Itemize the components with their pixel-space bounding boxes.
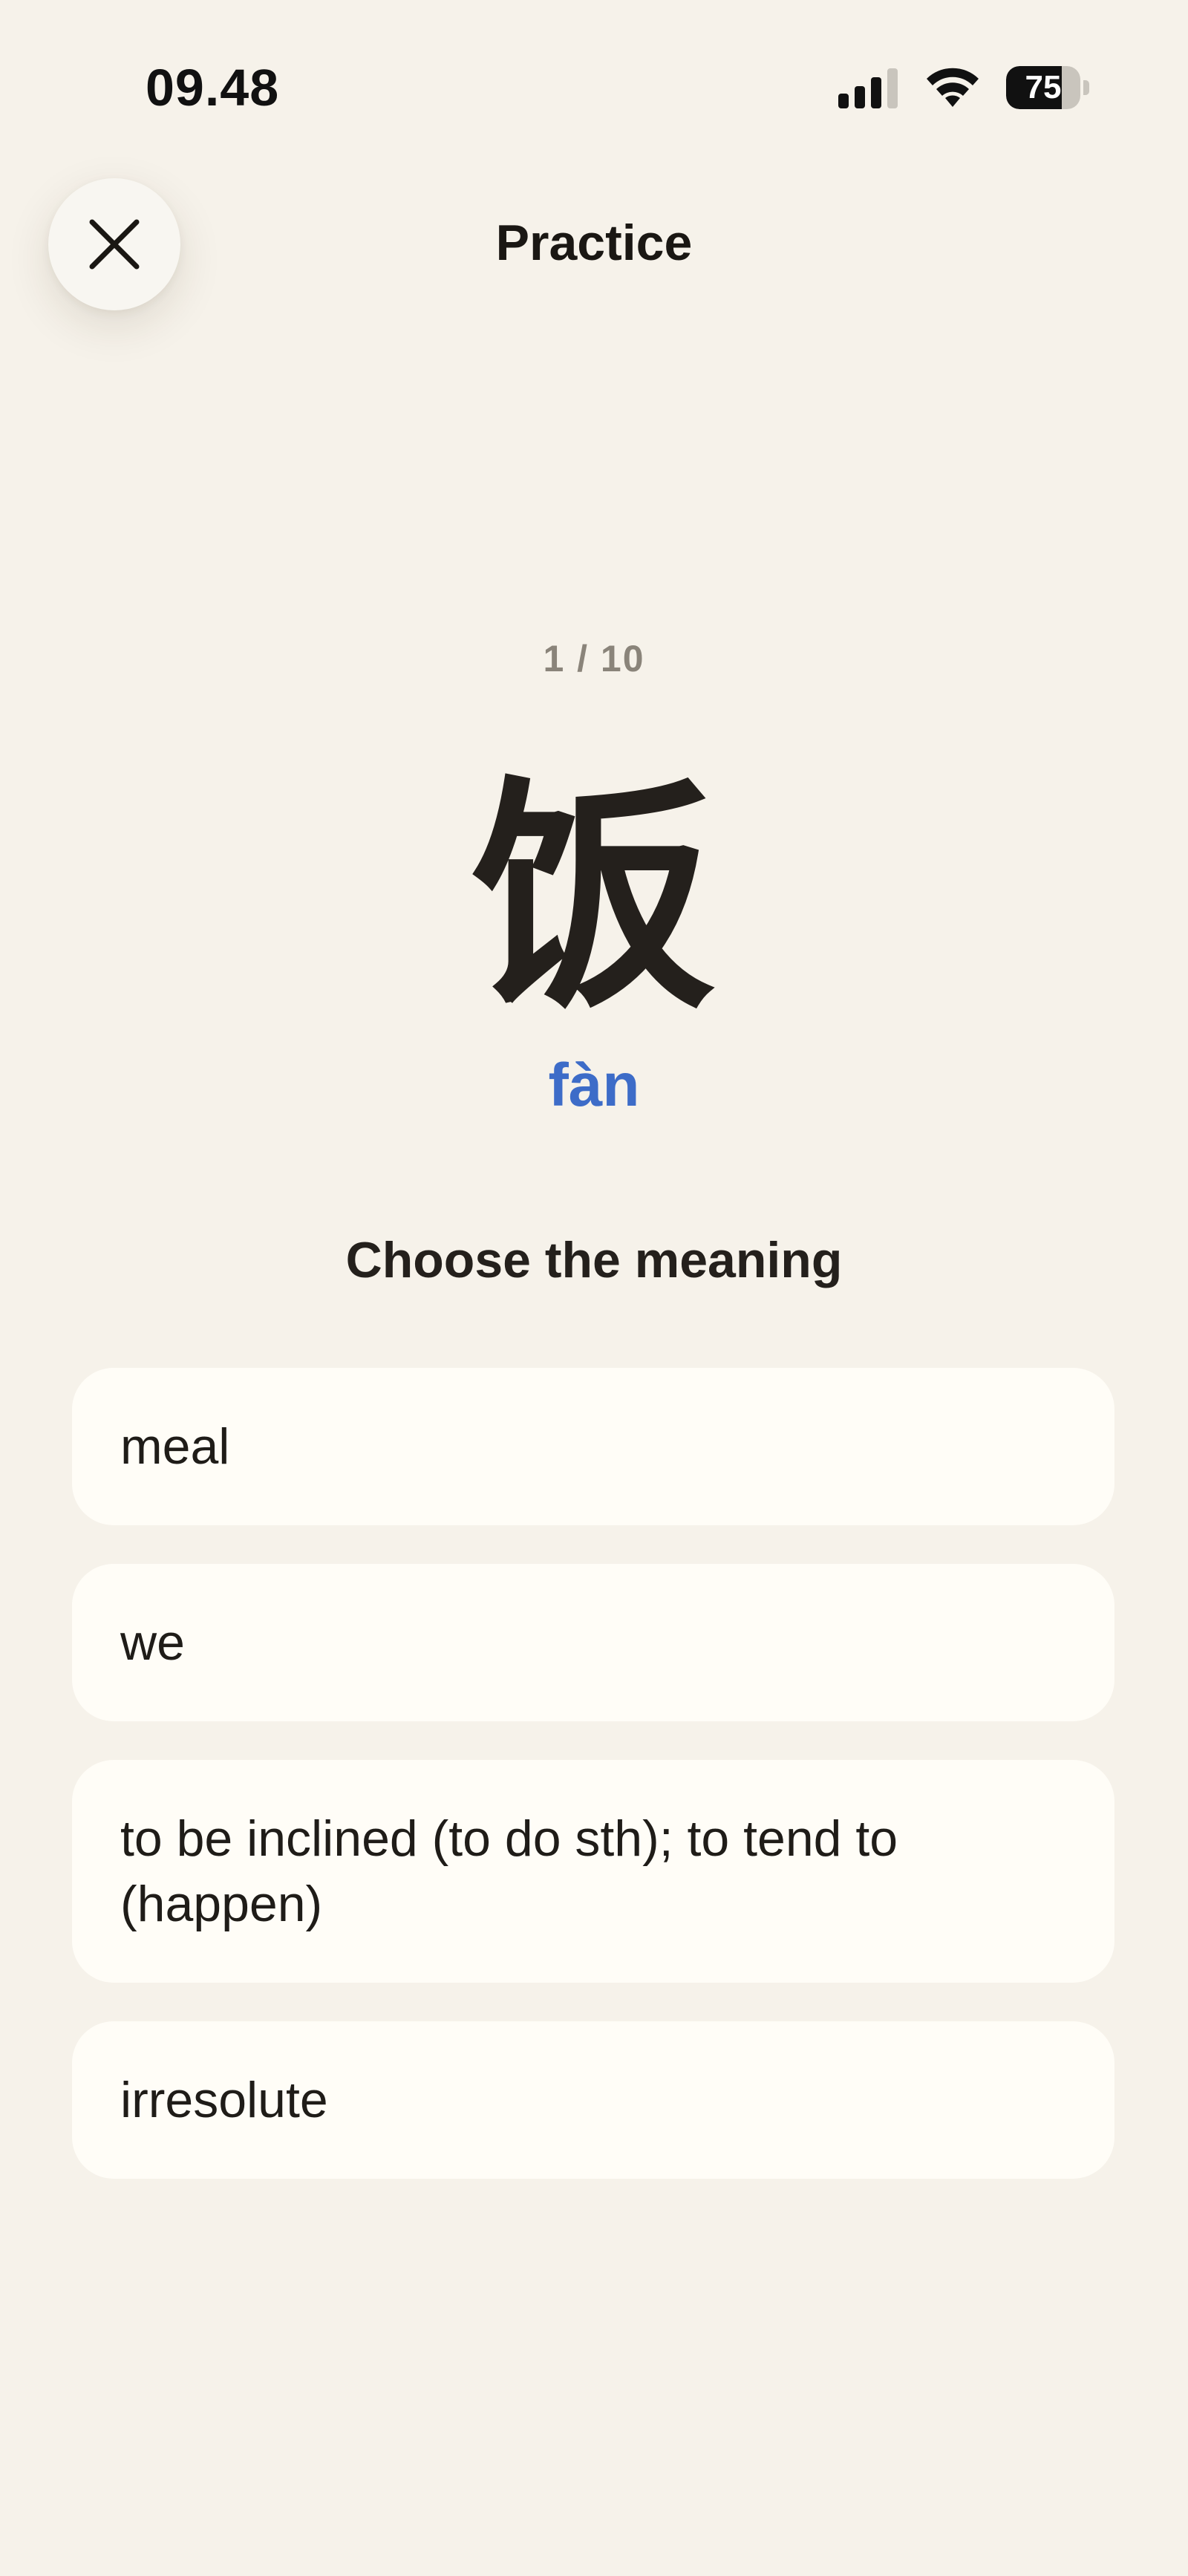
answer-option-label: we: [120, 1614, 185, 1671]
answer-option-label: meal: [120, 1418, 230, 1475]
wifi-icon: [927, 68, 979, 107]
question-prompt: Choose the meaning: [345, 1232, 843, 1288]
status-time: 09.48: [146, 59, 280, 117]
battery-level-text: 75: [1025, 69, 1062, 105]
answer-option-meal[interactable]: meal: [72, 1368, 1114, 1525]
answer-option-irresolute[interactable]: irresolute: [72, 2021, 1114, 2179]
answer-option-label: to be inclined (to do sth); to tend to (…: [120, 1810, 898, 1932]
hanzi-character: 饭: [471, 756, 717, 1041]
page-title: Practice: [495, 215, 693, 271]
progress-counter: 1 / 10: [543, 638, 645, 679]
battery-icon: 75: [1006, 66, 1089, 109]
cellular-signal-icon: [838, 68, 898, 108]
pinyin: fàn: [548, 1051, 640, 1119]
answer-option-label: irresolute: [120, 2072, 328, 2128]
answer-options: meal we to be inclined (to do sth); to t…: [72, 1368, 1114, 2217]
answer-option-inclined[interactable]: to be inclined (to do sth); to tend to (…: [72, 1760, 1114, 1983]
status-icons: 75: [838, 65, 1089, 110]
answer-option-we[interactable]: we: [72, 1564, 1114, 1721]
status-bar: 09.48 75: [0, 0, 1188, 149]
